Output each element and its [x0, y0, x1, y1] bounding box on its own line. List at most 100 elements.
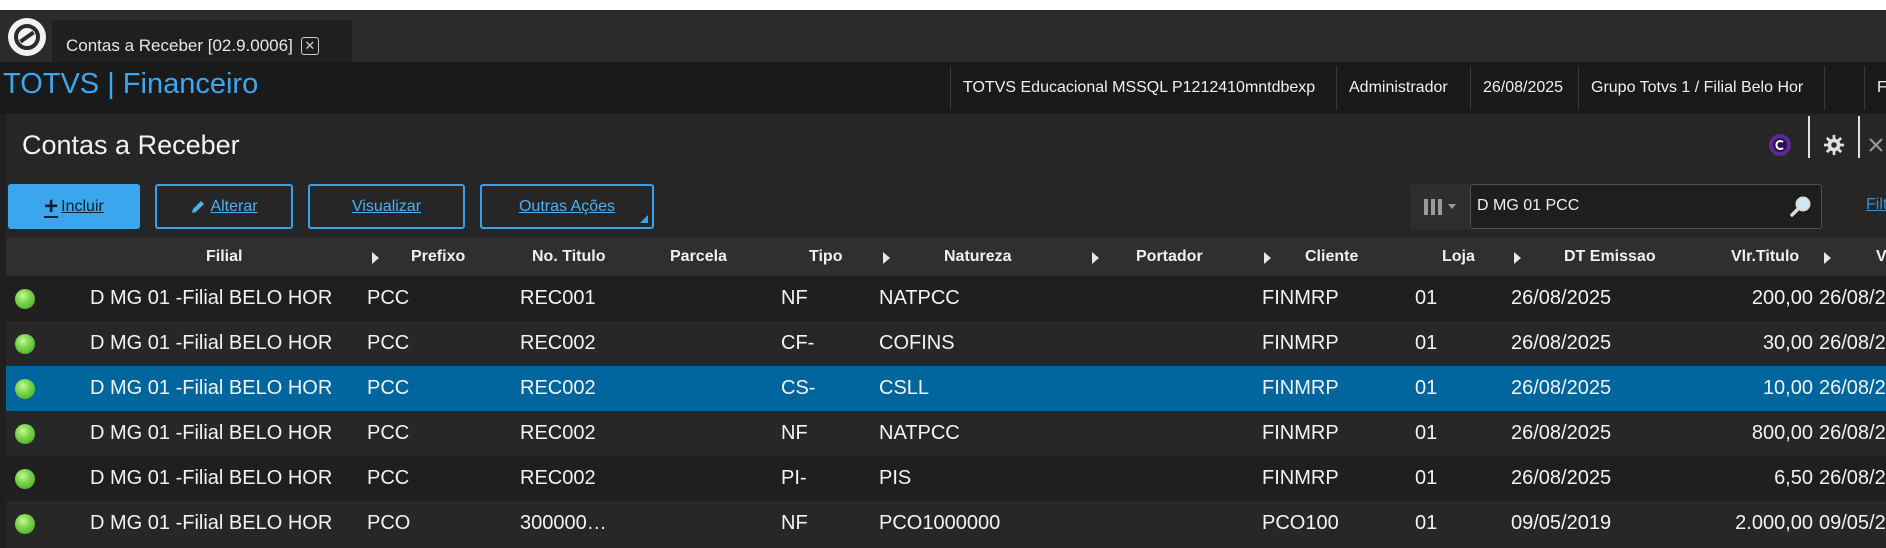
table-row[interactable]: D MG 01 -Filial BELO HOR PCC REC002 CF- …	[6, 321, 1886, 366]
cell-emissao: 26/08/2025	[1511, 332, 1612, 354]
cell-vencimento: 26/08/2	[1819, 287, 1886, 309]
expand-arrow-icon[interactable]	[1824, 252, 1831, 264]
cell-valor: 200,00	[1751, 287, 1813, 309]
top-strip	[0, 0, 1886, 10]
date-info[interactable]: 26/08/2025	[1470, 66, 1578, 110]
cell-titulo: REC001	[520, 287, 596, 309]
cell-loja: 01	[1415, 377, 1438, 399]
include-button[interactable]: + Incluir	[8, 184, 140, 229]
cell-tipo: PI-	[781, 467, 807, 489]
column-header-natureza[interactable]: Natureza	[944, 248, 1012, 266]
user-info[interactable]: Administrador	[1336, 66, 1470, 110]
cell-titulo: 300000…	[520, 512, 607, 534]
cell-filial: D MG 01 -Filial BELO HOR	[90, 332, 333, 354]
close-icon[interactable]: ✕	[300, 37, 319, 55]
status-ok-icon	[15, 334, 35, 354]
columns-toggle-button[interactable]	[1410, 184, 1470, 229]
expand-arrow-icon[interactable]	[1514, 252, 1521, 264]
table-row[interactable]: D MG 01 -Filial BELO HOR PCO 300000… NF …	[6, 501, 1886, 546]
column-header-portador[interactable]: Portador	[1136, 248, 1203, 266]
branch-info[interactable]: Grupo Totvs 1 / Filial Belo Hor	[1578, 66, 1824, 110]
cell-tipo: CS-	[781, 377, 816, 399]
cell-cliente: FINMRP	[1262, 467, 1339, 489]
table-header: Filial Prefixo No. Titulo Parcela Tipo N…	[6, 238, 1886, 276]
search-input[interactable]: D MG 01 PCC	[1470, 184, 1822, 229]
expand-arrow-icon[interactable]	[1264, 252, 1271, 264]
table-row[interactable]: D MG 01 -Filial BELO HOR PCC REC002 NF N…	[6, 411, 1886, 456]
column-header-loja[interactable]: Loja	[1442, 248, 1475, 266]
cell-loja: 01	[1415, 512, 1438, 534]
column-header-cliente[interactable]: Cliente	[1305, 248, 1358, 266]
cell-natureza: PIS	[879, 467, 912, 489]
column-header-prefixo[interactable]: Prefixo	[411, 248, 465, 266]
cell-natureza: PCO1000000	[879, 512, 1001, 534]
cell-prefixo: PCO	[367, 512, 411, 534]
column-header-filial[interactable]: Filial	[206, 248, 242, 266]
edit-button[interactable]: Alterar	[155, 184, 293, 229]
column-header-valor[interactable]: Vlr.Titulo	[1731, 248, 1799, 266]
table-row[interactable]: D MG 01 -Filial BELO HOR PCC REC001 NF N…	[6, 276, 1886, 321]
cell-natureza: NATPCC	[879, 287, 960, 309]
other-actions-label: Outras Ações	[518, 197, 616, 215]
cell-loja: 01	[1415, 332, 1438, 354]
extra-info[interactable]: F	[1864, 66, 1886, 110]
cell-cliente: PCO100	[1262, 512, 1339, 534]
cell-emissao: 26/08/2025	[1511, 377, 1612, 399]
column-header-parcela[interactable]: Parcela	[670, 248, 727, 266]
table-row[interactable]: D MG 01 -Filial BELO HOR PCC REC002 PI- …	[6, 456, 1886, 501]
cell-prefixo: PCC	[367, 422, 410, 444]
cell-tipo: NF	[781, 512, 808, 534]
column-header-vencimento[interactable]: V	[1876, 248, 1886, 266]
status-ok-icon	[15, 514, 35, 534]
app-header: TOTVS | Financeiro TOTVS Educacional MSS…	[0, 62, 1886, 114]
search-icon[interactable]	[1789, 195, 1813, 219]
status-ok-icon	[15, 289, 35, 309]
include-label: Incluir	[61, 197, 104, 215]
cell-filial: D MG 01 -Filial BELO HOR	[90, 467, 333, 489]
cell-loja: 01	[1415, 287, 1438, 309]
cell-filial: D MG 01 -Filial BELO HOR	[90, 287, 333, 309]
cell-valor: 800,00	[1751, 422, 1813, 444]
expand-arrow-icon[interactable]	[1092, 252, 1099, 264]
view-button[interactable]: Visualizar	[308, 184, 465, 229]
close-icon[interactable]	[1866, 130, 1886, 160]
cell-tipo: NF	[781, 422, 808, 444]
environment-info[interactable]: TOTVS Educacional MSSQL P1212410mntdbexp	[950, 66, 1336, 110]
table-row-selected[interactable]: D MG 01 -Filial BELO HOR PCC REC002 CS- …	[6, 366, 1886, 411]
other-actions-button[interactable]: Outras Ações	[480, 184, 654, 229]
page-title: Contas a Receber	[22, 130, 240, 160]
totvs-logo-icon[interactable]	[6, 16, 48, 58]
cell-cliente: FINMRP	[1262, 377, 1339, 399]
gear-icon[interactable]	[1819, 130, 1849, 160]
cell-filial: D MG 01 -Filial BELO HOR	[90, 512, 333, 534]
column-header-emissao[interactable]: DT Emissao	[1564, 248, 1656, 266]
cell-valor: 10,00	[1762, 377, 1813, 399]
cell-emissao: 26/08/2025	[1511, 287, 1612, 309]
cell-loja: 01	[1415, 467, 1438, 489]
cell-vencimento: 26/08/2	[1819, 422, 1886, 444]
edit-label: Alterar	[210, 197, 258, 215]
column-header-tipo[interactable]: Tipo	[809, 248, 842, 266]
cell-emissao: 26/08/2025	[1511, 467, 1612, 489]
expand-arrow-icon[interactable]	[883, 252, 890, 264]
cell-valor: 2.000,00	[1735, 512, 1813, 534]
cell-natureza: CSLL	[879, 377, 930, 399]
header-divider	[1858, 116, 1860, 158]
columns-icon	[1424, 198, 1456, 215]
expand-arrow-icon[interactable]	[372, 252, 379, 264]
view-label: Visualizar	[351, 197, 422, 215]
column-header-titulo[interactable]: No. Titulo	[532, 248, 605, 266]
cell-valor: 6,50	[1774, 467, 1813, 489]
tab-bar: Contas a Receber [02.9.0006] ✕	[0, 10, 1886, 72]
cell-tipo: NF	[781, 287, 808, 309]
cell-prefixo: PCC	[367, 332, 410, 354]
cell-titulo: REC002	[520, 377, 596, 399]
cell-titulo: REC002	[520, 422, 596, 444]
cell-prefixo: PCC	[367, 377, 410, 399]
cell-cliente: FINMRP	[1262, 332, 1339, 354]
cell-titulo: REC002	[520, 332, 596, 354]
assistant-icon[interactable]	[1765, 130, 1795, 160]
cell-titulo: REC002	[520, 467, 596, 489]
filter-link[interactable]: Filt	[1866, 196, 1886, 214]
dropdown-corner-icon	[640, 215, 648, 223]
